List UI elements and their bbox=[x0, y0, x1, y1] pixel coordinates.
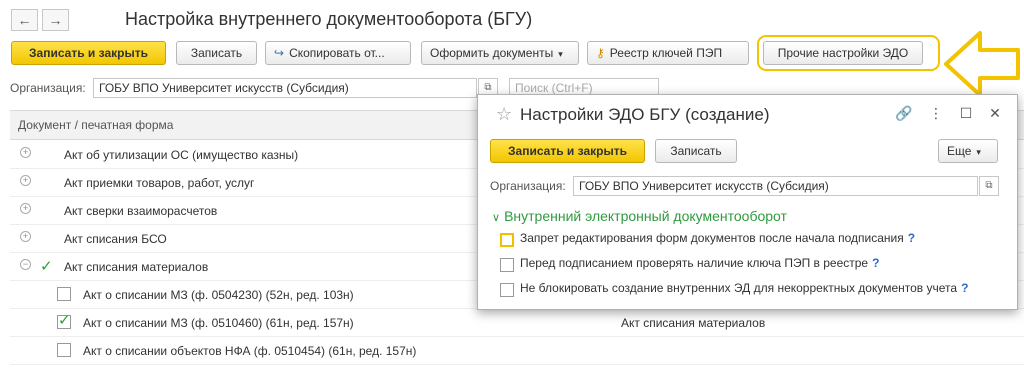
row-checkbox[interactable] bbox=[57, 343, 71, 357]
table-row[interactable]: Акт о списании объектов НФА (ф. 0510454)… bbox=[10, 337, 1024, 365]
open-icon: ⧉ bbox=[985, 180, 993, 191]
checkmark-icon[interactable]: ✓ bbox=[40, 259, 53, 274]
group-title[interactable]: ∨ Внутренний электронный документооборот bbox=[492, 208, 787, 224]
row-checkbox[interactable] bbox=[57, 287, 71, 301]
save-button[interactable]: Записать bbox=[176, 41, 257, 65]
chevron-down-icon: ▾ bbox=[558, 49, 563, 59]
chevron-down-icon: ∨ bbox=[492, 212, 501, 224]
row-label: Акт приемки товаров, работ, услуг bbox=[64, 176, 255, 190]
expand-plus-icon[interactable]: + bbox=[20, 175, 31, 186]
row-label: Акт списания материалов bbox=[64, 260, 209, 274]
option-row[interactable]: Запрет редактирования форм документов по… bbox=[500, 231, 915, 249]
option-row[interactable]: Не блокировать создание внутренних ЭД дл… bbox=[500, 281, 968, 299]
save-and-close-button[interactable]: Записать и закрыть bbox=[11, 41, 166, 65]
copy-from-label: Скопировать от... bbox=[289, 46, 385, 60]
row-label: Акт о списании объектов НФА (ф. 0510454)… bbox=[83, 344, 417, 358]
link-icon[interactable]: 🔗 bbox=[895, 105, 913, 122]
key-icon: ⚷ bbox=[596, 46, 605, 60]
expand-plus-icon[interactable]: + bbox=[20, 147, 31, 158]
org-field[interactable]: ГОБУ ВПО Университет искусств (Субсидия) bbox=[93, 78, 477, 98]
dialog-org-field[interactable]: ГОБУ ВПО Университет искусств (Субсидия) bbox=[573, 176, 978, 196]
dialog-save-button[interactable]: Записать bbox=[655, 139, 737, 163]
dialog-org-label: Организация: bbox=[490, 179, 566, 193]
highlight-frame bbox=[757, 35, 940, 71]
help-icon[interactable]: ? bbox=[961, 281, 968, 295]
table-row[interactable]: ✓ Акт о списании МЗ (ф. 0510460) (61н, р… bbox=[10, 309, 1024, 337]
option-label: Перед подписанием проверять наличие ключ… bbox=[520, 256, 869, 270]
option-checkbox[interactable] bbox=[500, 283, 514, 297]
expand-plus-icon[interactable]: + bbox=[20, 231, 31, 242]
row-label: Акт сверки взаиморасчетов bbox=[64, 204, 218, 218]
row-print-form: Акт списания материалов bbox=[621, 316, 766, 330]
maximize-icon[interactable]: ☐ bbox=[957, 105, 975, 122]
keys-registry-label: Реестр ключей ПЭП bbox=[609, 46, 723, 60]
more-vertical-icon[interactable]: ⋮ bbox=[927, 105, 945, 122]
help-icon[interactable]: ? bbox=[908, 231, 915, 245]
arrow-right-icon: → bbox=[48, 12, 63, 28]
dialog-open-org-button[interactable]: ⧉ bbox=[979, 176, 999, 196]
row-label: Акт о списании МЗ (ф. 0504230) (52н, ред… bbox=[83, 288, 354, 302]
dialog-save-and-close-button[interactable]: Записать и закрыть bbox=[490, 139, 645, 163]
row-label: Акт о списании МЗ (ф. 0510460) (61н, ред… bbox=[83, 316, 354, 330]
forward-button[interactable]: → bbox=[42, 9, 69, 31]
help-icon[interactable]: ? bbox=[872, 256, 879, 270]
org-label: Организация: bbox=[10, 81, 86, 95]
collapse-minus-icon[interactable]: − bbox=[20, 259, 31, 270]
star-icon[interactable]: ☆ bbox=[496, 104, 512, 125]
dialog-title: Настройки ЭДО БГУ (создание) bbox=[520, 105, 770, 124]
copy-icon: ↪ bbox=[274, 46, 285, 60]
dialog-more-button[interactable]: Еще ▾ bbox=[938, 139, 998, 163]
back-button[interactable]: ← bbox=[11, 9, 38, 31]
pointer-arrow-icon bbox=[944, 31, 1020, 97]
close-icon[interactable]: ✕ bbox=[986, 105, 1004, 122]
arrow-left-icon: ← bbox=[17, 12, 32, 28]
expand-plus-icon[interactable]: + bbox=[20, 203, 31, 214]
chevron-down-icon: ▾ bbox=[976, 147, 981, 157]
make-documents-button[interactable]: Оформить документы ▾ bbox=[421, 41, 579, 65]
option-label: Запрет редактирования форм документов по… bbox=[520, 231, 904, 245]
row-label: Акт об утилизации ОС (имущество казны) bbox=[64, 148, 299, 162]
open-icon: ⧉ bbox=[484, 82, 492, 93]
row-checkbox[interactable]: ✓ bbox=[57, 312, 71, 329]
keys-registry-button[interactable]: ⚷ Реестр ключей ПЭП bbox=[587, 41, 749, 65]
row-label: Акт списания БСО bbox=[64, 232, 167, 246]
option-label: Не блокировать создание внутренних ЭД дл… bbox=[520, 281, 958, 295]
more-label: Еще bbox=[947, 144, 972, 158]
option-checkbox[interactable] bbox=[500, 258, 514, 272]
make-documents-label: Оформить документы bbox=[430, 46, 554, 60]
group-title-label: Внутренний электронный документооборот bbox=[504, 208, 787, 224]
copy-from-button[interactable]: ↪ Скопировать от... bbox=[265, 41, 411, 65]
edo-settings-dialog: ☆ Настройки ЭДО БГУ (создание) 🔗 ⋮ ☐ ✕ З… bbox=[477, 94, 1018, 310]
option-row[interactable]: Перед подписанием проверять наличие ключ… bbox=[500, 256, 879, 274]
option-checkbox[interactable] bbox=[500, 233, 514, 247]
page-title: Настройка внутреннего документооборота (… bbox=[125, 9, 533, 29]
checkmark-icon: ✓ bbox=[58, 312, 71, 329]
